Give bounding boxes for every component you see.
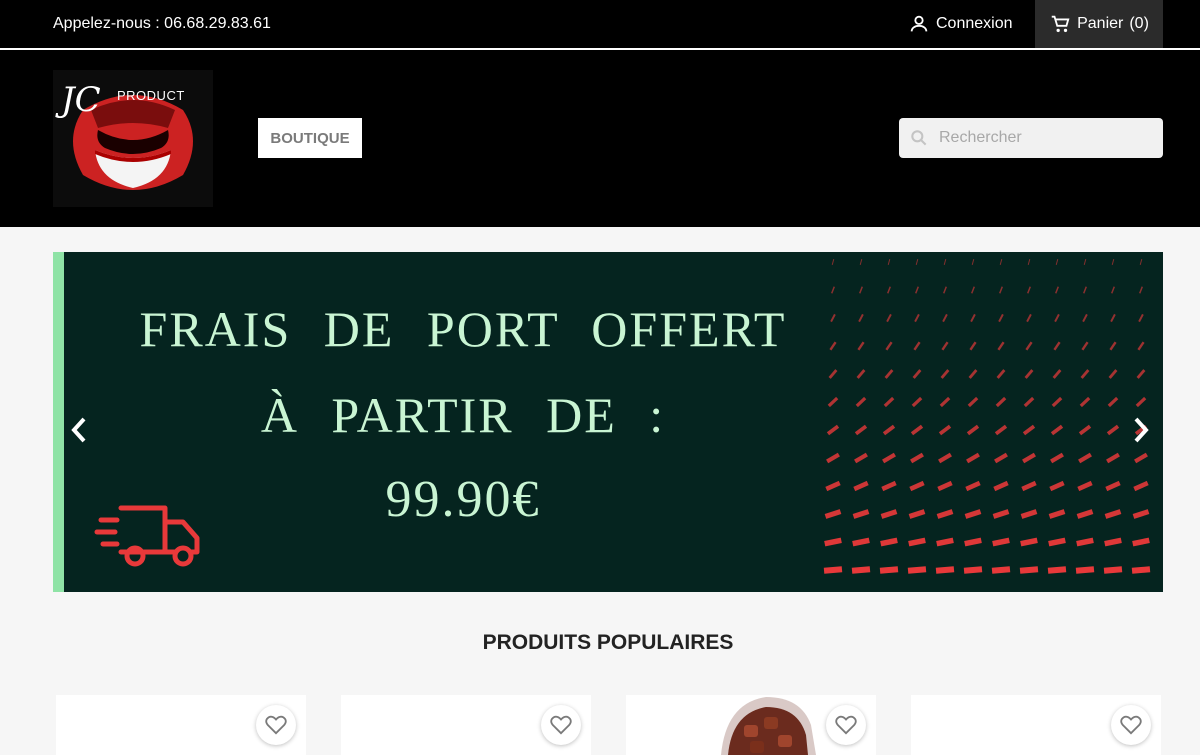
- cart-count: (0): [1129, 15, 1149, 32]
- user-icon: [910, 15, 928, 32]
- section-title-popular-products: PRODUITS POPULAIRES: [482, 631, 734, 654]
- wishlist-button[interactable]: [826, 705, 866, 745]
- search-icon[interactable]: [899, 128, 939, 148]
- heart-outline-icon: [835, 715, 857, 735]
- decorative-dash-pattern: [823, 258, 1151, 574]
- logo-initials: JC: [61, 80, 101, 120]
- wishlist-button[interactable]: [256, 705, 296, 745]
- phone-contact: Appelez-nous : 06.68.29.83.61: [53, 15, 271, 32]
- login-link[interactable]: Connexion: [908, 0, 1013, 48]
- wishlist-button[interactable]: [541, 705, 581, 745]
- login-label: Connexion: [936, 15, 1013, 32]
- cart-button[interactable]: Panier (0): [1035, 0, 1163, 48]
- shopping-cart-icon: [1051, 15, 1070, 33]
- main-header: JC PRODUCT BOUTIQUE: [0, 50, 1200, 227]
- nav-item-boutique[interactable]: BOUTIQUE: [258, 118, 362, 158]
- product-card[interactable]: [626, 695, 876, 755]
- product-card[interactable]: [56, 695, 306, 755]
- store-logo[interactable]: JC PRODUCT: [53, 70, 213, 207]
- product-card[interactable]: [911, 695, 1161, 755]
- promo-carousel[interactable]: FRAIS DE PORT OFFERT À PARTIR DE : 99.90…: [53, 252, 1163, 592]
- heart-outline-icon: [1120, 715, 1142, 735]
- heart-outline-icon: [265, 715, 287, 735]
- delivery-truck-icon: [94, 505, 200, 567]
- logo-text: PRODUCT: [117, 88, 185, 103]
- product-card[interactable]: [341, 695, 591, 755]
- carousel-prev-icon[interactable]: [69, 416, 89, 444]
- search-input[interactable]: [939, 129, 1149, 147]
- banner-subheadline: À PARTIR DE :: [260, 387, 666, 443]
- top-bar: Appelez-nous : 06.68.29.83.61 Connexion …: [0, 0, 1200, 48]
- carousel-next-icon[interactable]: [1131, 416, 1151, 444]
- heart-outline-icon: [550, 715, 572, 735]
- search-box: [899, 118, 1163, 158]
- cart-label: Panier: [1077, 15, 1124, 32]
- wishlist-button[interactable]: [1111, 705, 1151, 745]
- banner-headline: FRAIS DE PORT OFFERT: [139, 301, 787, 357]
